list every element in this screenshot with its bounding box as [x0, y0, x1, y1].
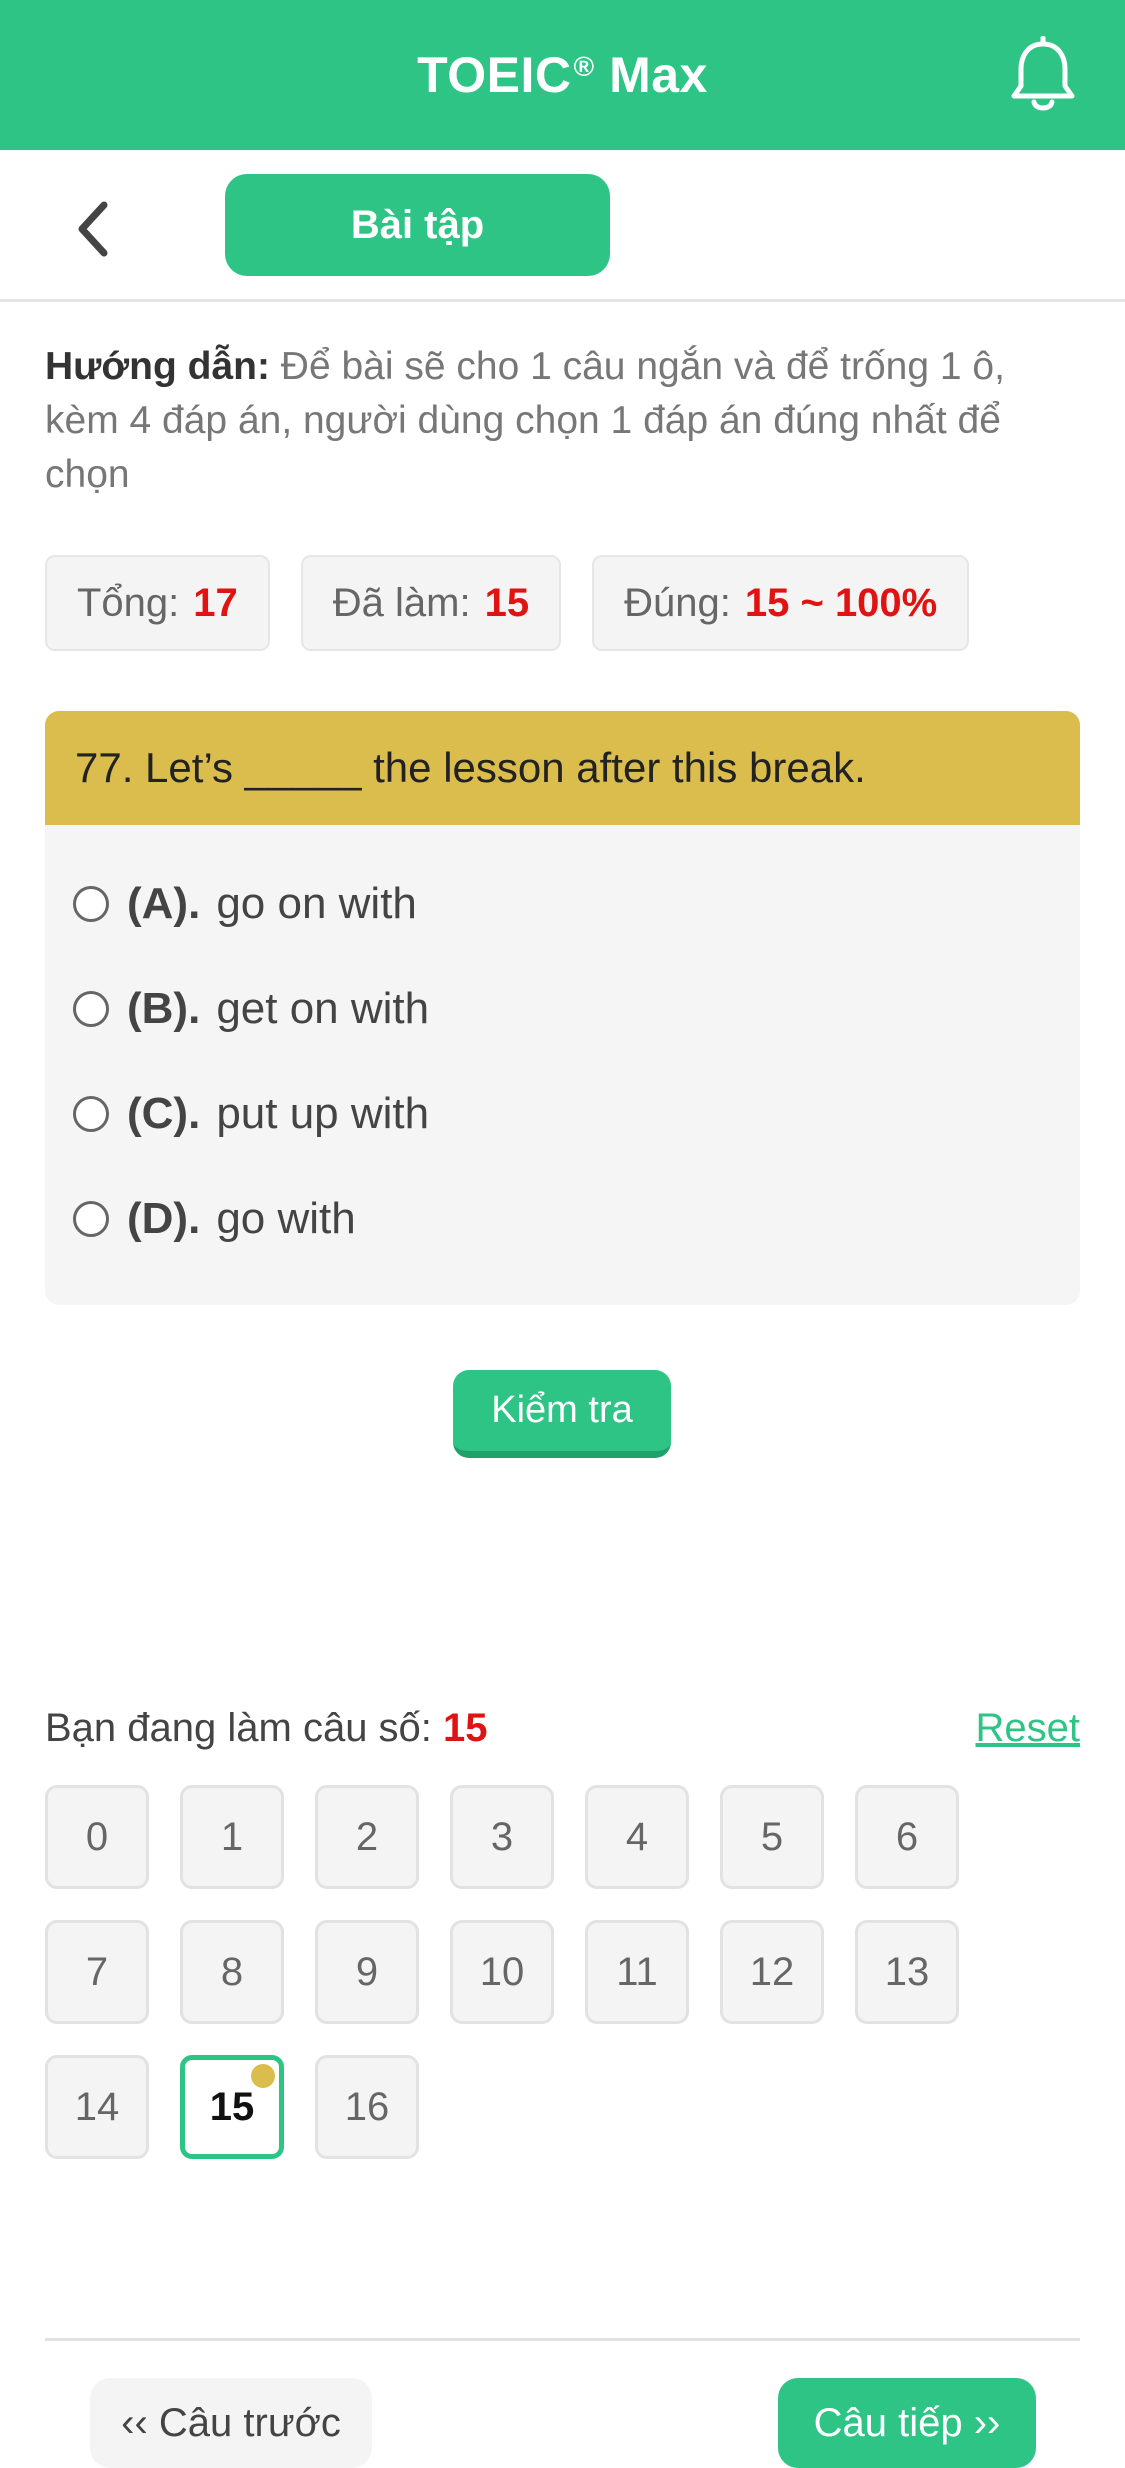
question-number-10[interactable]: 10: [450, 1920, 554, 2024]
question-number-1[interactable]: 1: [180, 1785, 284, 1889]
question-number-8[interactable]: 8: [180, 1920, 284, 2024]
instructions-label: Hướng dẫn:: [45, 345, 270, 388]
question-number-13[interactable]: 13: [855, 1920, 959, 2024]
stat-total: Tổng: 17: [45, 555, 270, 651]
question-number-15[interactable]: 15: [180, 2055, 284, 2159]
option-c[interactable]: (C). put up with: [73, 1074, 429, 1154]
question-number-4[interactable]: 4: [585, 1785, 689, 1889]
tab-exercises[interactable]: Bài tập: [225, 174, 610, 276]
question-card: 77. Let’s _____ the lesson after this br…: [45, 711, 1080, 1305]
question-number-0[interactable]: 0: [45, 1785, 149, 1889]
stat-correct: Đúng: 15 ~ 100%: [592, 555, 970, 651]
question-number-6[interactable]: 6: [855, 1785, 959, 1889]
stats-bar: Tổng: 17 Đã làm: 15 Đúng: 15 ~ 100%: [45, 555, 970, 651]
question-number-7[interactable]: 7: [45, 1920, 149, 2024]
radio-button[interactable]: [73, 991, 109, 1027]
back-button[interactable]: [62, 194, 122, 264]
option-b[interactable]: (B). get on with: [73, 969, 429, 1049]
instructions: Hướng dẫn: Để bài sẽ cho 1 câu ngắn và đ…: [45, 340, 1085, 502]
prev-question-button[interactable]: ‹‹ Câu trước: [90, 2378, 372, 2468]
app-header: TOEIC® Max: [0, 0, 1125, 150]
radio-button[interactable]: [73, 1201, 109, 1237]
radio-button[interactable]: [73, 886, 109, 922]
question-text: 77. Let’s _____ the lesson after this br…: [45, 711, 1080, 825]
progress-label: Bạn đang làm câu số: 15: [45, 1706, 488, 1750]
reset-link[interactable]: Reset: [976, 1700, 1081, 1756]
question-number-2[interactable]: 2: [315, 1785, 419, 1889]
question-number-16[interactable]: 16: [315, 2055, 419, 2159]
question-number-12[interactable]: 12: [720, 1920, 824, 2024]
option-a[interactable]: (A). go on with: [73, 864, 417, 944]
subheader: Bài tập: [0, 150, 1125, 302]
option-d[interactable]: (D). go with: [73, 1179, 356, 1259]
current-indicator-dot: [251, 2064, 275, 2088]
check-button[interactable]: Kiểm tra: [453, 1370, 671, 1458]
next-question-button[interactable]: Câu tiếp ››: [778, 2378, 1036, 2468]
question-number-11[interactable]: 11: [585, 1920, 689, 2024]
chevron-left-icon: [78, 201, 108, 257]
question-number-14[interactable]: 14: [45, 2055, 149, 2159]
question-number-5[interactable]: 5: [720, 1785, 824, 1889]
stat-done: Đã làm: 15: [300, 555, 562, 651]
app-title: TOEIC® Max: [417, 47, 708, 103]
question-number-9[interactable]: 9: [315, 1920, 419, 2024]
divider: [45, 2338, 1080, 2341]
radio-button[interactable]: [73, 1096, 109, 1132]
question-number-3[interactable]: 3: [450, 1785, 554, 1889]
bell-icon[interactable]: [1008, 35, 1078, 116]
